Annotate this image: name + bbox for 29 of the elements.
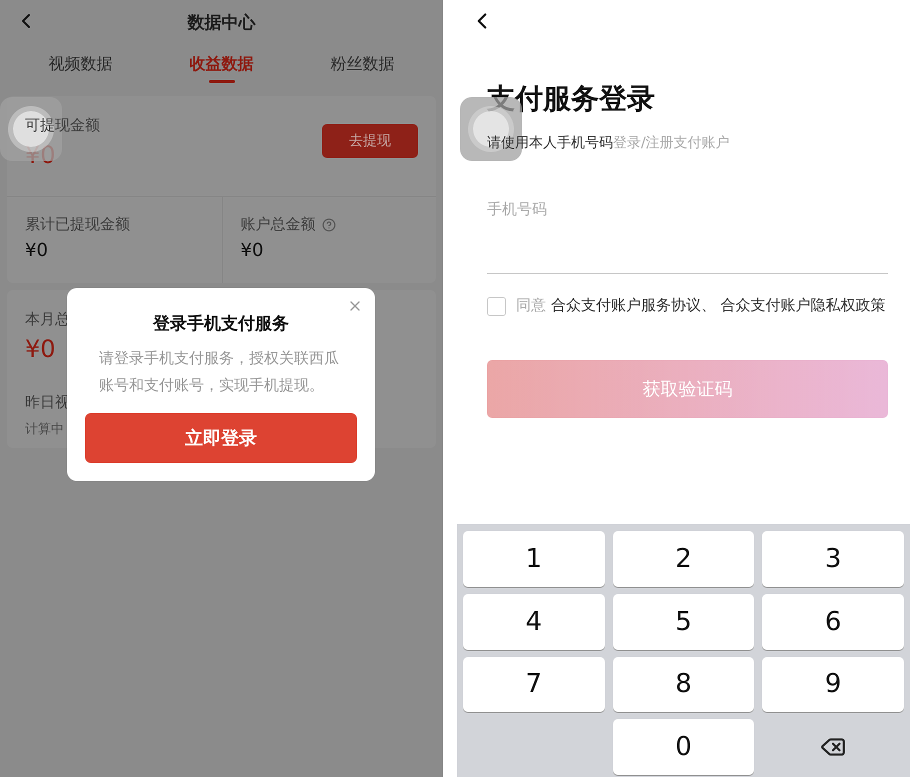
balance-amount: ¥0 bbox=[25, 141, 56, 169]
keypad-key[interactable]: 3 bbox=[762, 531, 904, 587]
dialog-title: 登录手机支付服务 bbox=[153, 313, 289, 335]
month-amount: ¥0 bbox=[25, 335, 56, 363]
keypad-key[interactable]: 0 bbox=[612, 719, 754, 775]
tab[interactable]: 视频数据 bbox=[44, 44, 116, 83]
dialog-message: 请登录手机支付服务，授权关联西瓜账号和支付账号，实现手机提现。 bbox=[99, 348, 340, 396]
stat-amount: ¥0 bbox=[25, 240, 49, 261]
agree-checkbox[interactable] bbox=[487, 297, 506, 316]
tab[interactable]: 粉丝数据 bbox=[326, 44, 398, 83]
balance-label: 可提现金额 bbox=[25, 116, 100, 135]
subtitle: 请使用本人手机号码登录/注册支付账户 bbox=[487, 134, 731, 152]
stat-label: 累计已提现金额 bbox=[25, 215, 130, 234]
login-button[interactable]: 立即登录 bbox=[85, 413, 357, 463]
withdraw-button[interactable]: 去提现 bbox=[322, 124, 418, 158]
keypad-key[interactable]: 1 bbox=[463, 531, 605, 587]
status-text: 计算中 bbox=[25, 421, 64, 438]
keypad-key[interactable]: 7 bbox=[463, 656, 605, 712]
keypad-key[interactable]: 6 bbox=[762, 594, 904, 650]
keypad-key[interactable]: 2 bbox=[612, 531, 754, 587]
keypad-key[interactable]: 5 bbox=[612, 594, 754, 650]
keypad-key[interactable]: 4 bbox=[463, 594, 605, 650]
keypad-key[interactable]: 8 bbox=[612, 656, 754, 712]
page-title: 数据中心 bbox=[188, 12, 256, 34]
keypad-key[interactable]: 9 bbox=[762, 656, 904, 712]
stat-label: 账户总金额 bbox=[240, 215, 316, 234]
page-title: 支付服务登录 bbox=[487, 81, 656, 117]
agreement-text: 同意 合众支付账户服务协议、 合众支付账户隐私权政策 bbox=[516, 295, 886, 316]
stat-amount: ¥0 bbox=[240, 240, 264, 261]
